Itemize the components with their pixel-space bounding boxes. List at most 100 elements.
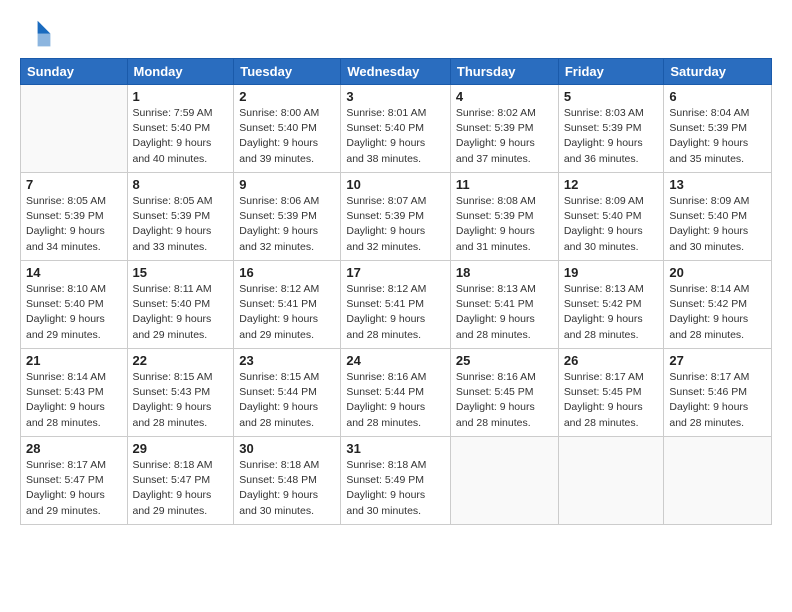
day-number: 31 (346, 441, 445, 456)
calendar-cell: 14Sunrise: 8:10 AMSunset: 5:40 PMDayligh… (21, 261, 128, 349)
calendar-cell: 8Sunrise: 8:05 AMSunset: 5:39 PMDaylight… (127, 173, 234, 261)
day-number: 27 (669, 353, 766, 368)
day-info: Sunrise: 8:02 AMSunset: 5:39 PMDaylight:… (456, 106, 553, 167)
day-info: Sunrise: 8:05 AMSunset: 5:39 PMDaylight:… (26, 194, 122, 255)
day-number: 26 (564, 353, 659, 368)
calendar-cell: 30 Sunrise: 8:18 AMSunset: 5:48 PMDayligh… (234, 437, 341, 525)
day-number: 29 (133, 441, 229, 456)
day-info: Sunrise: 8:16 AMSunset: 5:45 PMDaylight:… (456, 370, 553, 431)
day-info: Sunrise: 8:09 AMSunset: 5:40 PMDaylight:… (669, 194, 766, 255)
calendar-cell (664, 437, 772, 525)
day-number: 12 (564, 177, 659, 192)
header (20, 16, 772, 48)
day-info: Sunrise: 8:13 AMSunset: 5:41 PMDaylight:… (456, 282, 553, 343)
day-info: Sunrise: 8:18 AMSunset: 5:49 PMDaylight:… (346, 458, 445, 519)
calendar-cell: 5 Sunrise: 8:03 AMSunset: 5:39 PMDaylight… (558, 85, 664, 173)
day-info: Sunrise: 8:17 AMSunset: 5:45 PMDaylight:… (564, 370, 659, 431)
day-number: 24 (346, 353, 445, 368)
calendar-table: SundayMondayTuesdayWednesdayThursdayFrid… (20, 58, 772, 525)
calendar-cell: 27 Sunrise: 8:17 AMSunset: 5:46 PMDayligh… (664, 349, 772, 437)
logo-icon (20, 16, 52, 48)
day-info: Sunrise: 8:18 AMSunset: 5:47 PMDaylight:… (133, 458, 229, 519)
day-info: Sunrise: 8:08 AMSunset: 5:39 PMDaylight:… (456, 194, 553, 255)
col-header-saturday: Saturday (664, 59, 772, 85)
day-number: 1 (133, 89, 229, 104)
day-info: Sunrise: 8:18 AMSunset: 5:48 PMDaylight:… (239, 458, 335, 519)
day-info: Sunrise: 8:15 AMSunset: 5:44 PMDaylight:… (239, 370, 335, 431)
day-info: Sunrise: 8:17 AMSunset: 5:46 PMDaylight:… (669, 370, 766, 431)
calendar-cell: 15 Sunrise: 8:11 AMSunset: 5:40 PMDayligh… (127, 261, 234, 349)
day-info: Sunrise: 8:09 AMSunset: 5:40 PMDaylight:… (564, 194, 659, 255)
calendar-cell: 20Sunrise: 8:14 AMSunset: 5:42 PMDayligh… (664, 261, 772, 349)
calendar-cell: 26 Sunrise: 8:17 AMSunset: 5:45 PMDayligh… (558, 349, 664, 437)
calendar-cell: 4 Sunrise: 8:02 AMSunset: 5:39 PMDaylight… (450, 85, 558, 173)
calendar-cell (558, 437, 664, 525)
calendar-cell: 24 Sunrise: 8:16 AMSunset: 5:44 PMDayligh… (341, 349, 451, 437)
day-number: 21 (26, 353, 122, 368)
day-number: 7 (26, 177, 122, 192)
day-info: Sunrise: 8:16 AMSunset: 5:44 PMDaylight:… (346, 370, 445, 431)
calendar-cell: 3 Sunrise: 8:01 AMSunset: 5:40 PMDaylight… (341, 85, 451, 173)
day-info: Sunrise: 8:15 AMSunset: 5:43 PMDaylight:… (133, 370, 229, 431)
day-number: 3 (346, 89, 445, 104)
day-info: Sunrise: 8:06 AMSunset: 5:39 PMDaylight:… (239, 194, 335, 255)
day-number: 28 (26, 441, 122, 456)
calendar-cell: 29 Sunrise: 8:18 AMSunset: 5:47 PMDayligh… (127, 437, 234, 525)
calendar-header-row: SundayMondayTuesdayWednesdayThursdayFrid… (21, 59, 772, 85)
col-header-wednesday: Wednesday (341, 59, 451, 85)
calendar-cell (450, 437, 558, 525)
calendar-cell: 16 Sunrise: 8:12 AMSunset: 5:41 PMDayligh… (234, 261, 341, 349)
calendar-cell: 12 Sunrise: 8:09 AMSunset: 5:40 PMDayligh… (558, 173, 664, 261)
col-header-thursday: Thursday (450, 59, 558, 85)
day-number: 9 (239, 177, 335, 192)
day-number: 25 (456, 353, 553, 368)
calendar-cell: 31 Sunrise: 8:18 AMSunset: 5:49 PMDayligh… (341, 437, 451, 525)
day-number: 5 (564, 89, 659, 104)
week-row-5: 28 Sunrise: 8:17 AMSunset: 5:47 PMDayligh… (21, 437, 772, 525)
calendar-cell: 6 Sunrise: 8:04 AMSunset: 5:39 PMDaylight… (664, 85, 772, 173)
day-info: Sunrise: 8:03 AMSunset: 5:39 PMDaylight:… (564, 106, 659, 167)
week-row-2: 7 Sunrise: 8:05 AMSunset: 5:39 PMDaylight… (21, 173, 772, 261)
day-number: 19 (564, 265, 659, 280)
col-header-sunday: Sunday (21, 59, 128, 85)
day-number: 18 (456, 265, 553, 280)
calendar-cell: 7 Sunrise: 8:05 AMSunset: 5:39 PMDaylight… (21, 173, 128, 261)
day-number: 30 (239, 441, 335, 456)
calendar-cell: 11Sunrise: 8:08 AMSunset: 5:39 PMDayligh… (450, 173, 558, 261)
logo (20, 16, 56, 48)
page-container: SundayMondayTuesdayWednesdayThursdayFrid… (0, 0, 792, 535)
calendar-cell: 9 Sunrise: 8:06 AMSunset: 5:39 PMDaylight… (234, 173, 341, 261)
week-row-1: 1Sunrise: 7:59 AMSunset: 5:40 PMDaylight… (21, 85, 772, 173)
day-info: Sunrise: 8:00 AMSunset: 5:40 PMDaylight:… (239, 106, 335, 167)
day-number: 15 (133, 265, 229, 280)
day-info: Sunrise: 8:12 AMSunset: 5:41 PMDaylight:… (239, 282, 335, 343)
calendar-cell: 19 Sunrise: 8:13 AMSunset: 5:42 PMDayligh… (558, 261, 664, 349)
day-number: 8 (133, 177, 229, 192)
day-number: 23 (239, 353, 335, 368)
day-info: Sunrise: 8:12 AMSunset: 5:41 PMDaylight:… (346, 282, 445, 343)
day-number: 22 (133, 353, 229, 368)
day-info: Sunrise: 8:01 AMSunset: 5:40 PMDaylight:… (346, 106, 445, 167)
day-number: 6 (669, 89, 766, 104)
calendar-cell: 2 Sunrise: 8:00 AMSunset: 5:40 PMDaylight… (234, 85, 341, 173)
day-number: 16 (239, 265, 335, 280)
day-info: Sunrise: 8:11 AMSunset: 5:40 PMDaylight:… (133, 282, 229, 343)
day-info: Sunrise: 8:13 AMSunset: 5:42 PMDaylight:… (564, 282, 659, 343)
calendar-cell: 23 Sunrise: 8:15 AMSunset: 5:44 PMDayligh… (234, 349, 341, 437)
calendar-cell: 22 Sunrise: 8:15 AMSunset: 5:43 PMDayligh… (127, 349, 234, 437)
day-number: 4 (456, 89, 553, 104)
calendar-cell: 25 Sunrise: 8:16 AMSunset: 5:45 PMDayligh… (450, 349, 558, 437)
day-info: Sunrise: 8:14 AMSunset: 5:42 PMDaylight:… (669, 282, 766, 343)
day-number: 17 (346, 265, 445, 280)
day-number: 13 (669, 177, 766, 192)
day-number: 14 (26, 265, 122, 280)
week-row-3: 14Sunrise: 8:10 AMSunset: 5:40 PMDayligh… (21, 261, 772, 349)
calendar-cell: 1Sunrise: 7:59 AMSunset: 5:40 PMDaylight… (127, 85, 234, 173)
calendar-cell: 18 Sunrise: 8:13 AMSunset: 5:41 PMDayligh… (450, 261, 558, 349)
day-info: Sunrise: 8:17 AMSunset: 5:47 PMDaylight:… (26, 458, 122, 519)
day-info: Sunrise: 8:04 AMSunset: 5:39 PMDaylight:… (669, 106, 766, 167)
day-number: 10 (346, 177, 445, 192)
day-number: 2 (239, 89, 335, 104)
day-info: Sunrise: 8:07 AMSunset: 5:39 PMDaylight:… (346, 194, 445, 255)
calendar-cell: 28 Sunrise: 8:17 AMSunset: 5:47 PMDayligh… (21, 437, 128, 525)
